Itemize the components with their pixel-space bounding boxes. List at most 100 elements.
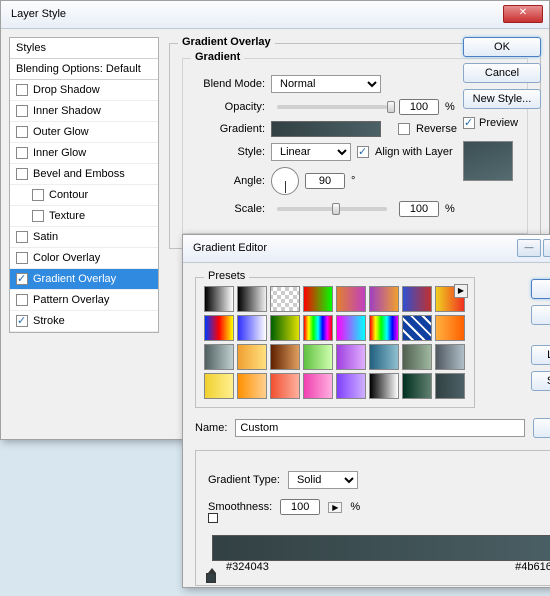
style-item-contour[interactable]: Contour: [10, 185, 158, 206]
style-checkbox[interactable]: [16, 105, 28, 117]
color-stop-left[interactable]: [206, 573, 218, 585]
preset-swatch[interactable]: [336, 344, 366, 370]
preset-swatch[interactable]: [336, 315, 366, 341]
styles-list: Styles Blending Options: Default Drop Sh…: [9, 37, 159, 333]
presets-menu-icon[interactable]: ▶: [454, 284, 468, 298]
preset-swatch[interactable]: [270, 315, 300, 341]
preset-swatch[interactable]: [270, 344, 300, 370]
ok-button[interactable]: OK: [531, 279, 550, 299]
style-item-texture[interactable]: Texture: [10, 206, 158, 227]
cancel-button[interactable]: Cancel: [463, 63, 541, 83]
preset-swatch[interactable]: [435, 344, 465, 370]
preset-swatch[interactable]: [204, 286, 234, 312]
preset-swatch[interactable]: [402, 286, 432, 312]
maximize-icon[interactable]: ☐: [543, 239, 550, 257]
styles-header[interactable]: Styles: [10, 38, 158, 59]
style-label: Satin: [33, 231, 58, 243]
preset-swatch[interactable]: [303, 373, 333, 399]
preset-swatch[interactable]: [237, 344, 267, 370]
preset-swatch[interactable]: [204, 344, 234, 370]
style-item-outer-glow[interactable]: Outer Glow: [10, 122, 158, 143]
reverse-checkbox[interactable]: [398, 123, 410, 135]
angle-dial[interactable]: [271, 167, 299, 195]
style-checkbox[interactable]: [16, 273, 28, 285]
reverse-label: Reverse: [416, 123, 457, 135]
style-item-inner-shadow[interactable]: Inner Shadow: [10, 101, 158, 122]
style-item-stroke[interactable]: Stroke: [10, 311, 158, 332]
align-checkbox[interactable]: [357, 146, 369, 158]
preview-checkbox[interactable]: [463, 117, 475, 129]
align-label: Align with Layer: [375, 146, 453, 158]
new-style-button[interactable]: New Style...: [463, 89, 541, 109]
preset-swatch[interactable]: [270, 286, 300, 312]
preset-swatch[interactable]: [369, 286, 399, 312]
style-checkbox[interactable]: [16, 231, 28, 243]
preset-swatch[interactable]: [303, 286, 333, 312]
style-item-pattern-overlay[interactable]: Pattern Overlay: [10, 290, 158, 311]
smoothness-input[interactable]: [280, 499, 320, 515]
preset-swatch[interactable]: [402, 344, 432, 370]
scale-slider[interactable]: [277, 207, 387, 211]
gradient-swatch[interactable]: [271, 121, 381, 137]
opacity-stop-left[interactable]: [208, 513, 218, 523]
preset-swatch[interactable]: [369, 373, 399, 399]
style-checkbox[interactable]: [16, 294, 28, 306]
style-item-drop-shadow[interactable]: Drop Shadow: [10, 80, 158, 101]
blend-mode-select[interactable]: Normal: [271, 75, 381, 93]
close-icon[interactable]: ✕: [503, 5, 543, 23]
opacity-slider[interactable]: [277, 105, 387, 109]
preset-swatch[interactable]: [369, 344, 399, 370]
preset-swatch[interactable]: [336, 286, 366, 312]
style-item-satin[interactable]: Satin: [10, 227, 158, 248]
style-checkbox[interactable]: [16, 168, 28, 180]
preset-swatch[interactable]: [204, 373, 234, 399]
preset-swatch[interactable]: [303, 315, 333, 341]
style-checkbox[interactable]: [16, 84, 28, 96]
preset-swatch[interactable]: [336, 373, 366, 399]
style-item-gradient-overlay[interactable]: Gradient Overlay: [10, 269, 158, 290]
preset-swatch[interactable]: [270, 373, 300, 399]
style-checkbox[interactable]: [32, 210, 44, 222]
blending-options-header[interactable]: Blending Options: Default: [10, 59, 158, 80]
style-item-bevel-and-emboss[interactable]: Bevel and Emboss: [10, 164, 158, 185]
opacity-input[interactable]: [399, 99, 439, 115]
style-checkbox[interactable]: [16, 126, 28, 138]
style-select[interactable]: Linear: [271, 143, 351, 161]
style-checkbox[interactable]: [32, 189, 44, 201]
preset-swatch[interactable]: [237, 373, 267, 399]
preset-swatch[interactable]: [402, 315, 432, 341]
style-checkbox[interactable]: [16, 315, 28, 327]
angle-input[interactable]: [305, 173, 345, 189]
style-item-inner-glow[interactable]: Inner Glow: [10, 143, 158, 164]
style-checkbox[interactable]: [16, 252, 28, 264]
gradient-type-select[interactable]: Solid: [288, 471, 358, 489]
preset-swatch[interactable]: [435, 315, 465, 341]
angle-label: Angle:: [195, 175, 265, 187]
preset-swatch[interactable]: [237, 315, 267, 341]
preset-swatch[interactable]: [237, 286, 267, 312]
scale-input[interactable]: [399, 201, 439, 217]
new-button[interactable]: New: [533, 418, 550, 438]
hex-left: #324043: [226, 561, 269, 573]
blend-mode-label: Blend Mode:: [195, 78, 265, 90]
minimize-icon[interactable]: —: [517, 239, 541, 257]
preset-swatch[interactable]: [303, 344, 333, 370]
preset-swatch[interactable]: [402, 373, 432, 399]
reset-button[interactable]: Reset: [531, 305, 550, 325]
preset-swatch[interactable]: [369, 315, 399, 341]
gradient-bar[interactable]: #324043 #4b6166: [208, 525, 550, 571]
style-item-color-overlay[interactable]: Color Overlay: [10, 248, 158, 269]
pct-label: %: [445, 101, 455, 113]
pct-label: %: [350, 501, 360, 513]
name-input[interactable]: [235, 419, 525, 437]
smoothness-menu-icon[interactable]: ▶: [328, 502, 342, 513]
preset-swatch[interactable]: [204, 315, 234, 341]
gradient-type-label: Gradient Type:: [208, 474, 280, 486]
ok-button[interactable]: OK: [463, 37, 541, 57]
gradient-editor-titlebar[interactable]: Gradient Editor — ☐ ✕: [183, 235, 550, 263]
layer-style-titlebar[interactable]: Layer Style ✕: [1, 1, 549, 29]
preset-swatch[interactable]: [435, 373, 465, 399]
save-button[interactable]: Save...: [531, 371, 550, 391]
style-checkbox[interactable]: [16, 147, 28, 159]
load-button[interactable]: Load...: [531, 345, 550, 365]
